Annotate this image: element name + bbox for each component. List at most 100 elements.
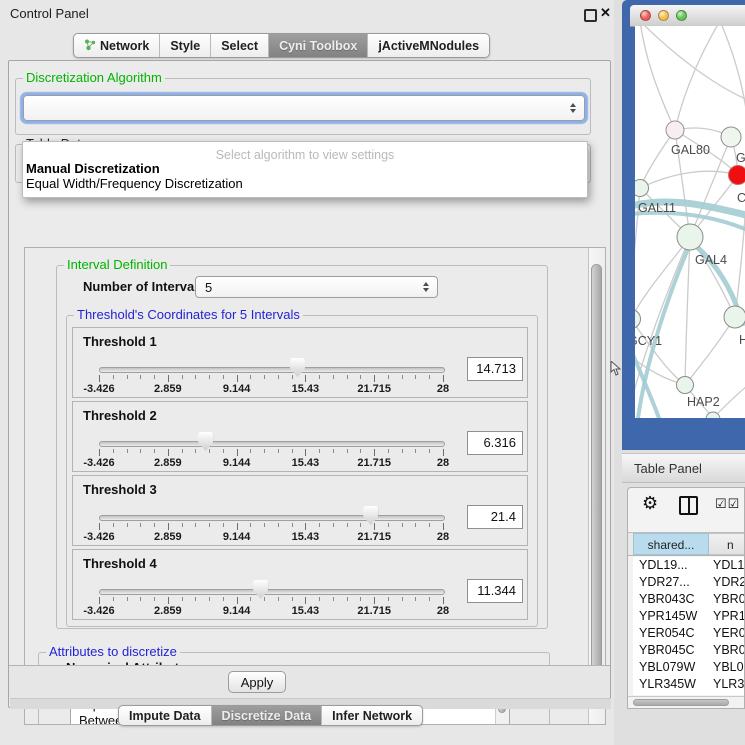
network-node-label-red-node: C [737,191,745,205]
slider-track[interactable] [99,367,445,373]
network-node-gcy1[interactable] [635,310,641,329]
tab-impute-data[interactable]: Impute Data [119,706,211,725]
table-row[interactable]: YER054CYER0 [633,625,745,642]
table-cell-shared-name: YPR145W [639,608,697,625]
tick-mark [264,449,265,453]
table-row[interactable]: YIL052CYIL0 [633,693,745,695]
table-cell-name: YBR0 [713,591,745,608]
popup-item-manual-discretization[interactable]: Manual Discretization [23,162,587,177]
tick-mark [333,523,334,527]
network-node-label-gal-right: G [736,151,745,165]
control-panel-title: Control Panel [10,6,89,21]
tab-select[interactable]: Select [210,34,268,57]
slider-ticks [99,597,444,605]
tab-infer-network[interactable]: Infer Network [321,706,422,725]
table-cell-name: YDR2 [713,574,745,591]
column-header-shared[interactable]: shared... [633,533,709,555]
main-tab-bar: NetworkStyleSelect Cyni Toolbox jActiveMNo… [73,33,490,58]
tick-mark [402,523,403,527]
tick-label: 15.43 [292,457,320,469]
tick-label: 21.715 [357,531,391,543]
algorithm-combobox[interactable] [23,95,585,121]
tick-mark [360,597,361,601]
tick-mark [223,523,224,527]
network-node-gal11[interactable] [635,180,649,197]
threshold-value-field[interactable]: 11.344 [467,579,523,603]
number-of-intervals-combobox[interactable]: 5 [195,276,438,298]
tab-discretize-data[interactable]: Discretize Data [211,706,322,725]
tick-mark [140,375,141,379]
tick-mark [333,375,334,379]
threshold-value-field[interactable]: 14.713 [467,357,523,381]
table-panel-titlebar[interactable]: Table Panel [622,453,745,483]
tick-mark [429,523,430,527]
table-row[interactable]: YDR27...YDR2 [633,574,745,591]
tick-mark [250,449,251,453]
tab-style[interactable]: Style [159,34,210,57]
tick-mark [113,597,114,601]
table-row[interactable]: YBR043CYBR0 [633,591,745,608]
table-hscrollbar-thumb[interactable] [633,699,729,706]
slider-track[interactable] [99,589,445,595]
slider-track[interactable] [99,515,445,521]
threshold-value-field[interactable]: 6.316 [467,431,523,455]
tick-label: 9.144 [223,457,251,469]
table-row[interactable]: YBR045CYBR0 [633,642,745,659]
table-row[interactable]: YBL079WYBL0 [633,659,745,676]
close-light[interactable] [640,10,651,21]
tab-jactivemnodules[interactable]: jActiveMNodules [367,34,489,57]
column-view-icon[interactable] [679,496,698,515]
network-node-gal80[interactable] [666,121,684,139]
table-row[interactable]: YDL19...YDL1 [633,557,745,574]
tick-mark [278,523,279,527]
table-row[interactable]: YLR345WYLR3 [633,676,745,693]
tab-cyni-toolbox[interactable]: Cyni Toolbox [268,34,367,57]
tick-mark [374,597,375,604]
zoom-light[interactable] [676,10,687,21]
network-canvas[interactable]: GAL80GCGAL11GAL4GCY1HHAP2 [635,26,745,418]
table-hscrollbar[interactable] [628,696,745,708]
apply-button[interactable]: Apply [228,671,286,693]
settings-scrollbar-thumb[interactable] [591,264,602,684]
checkbox-icons[interactable]: ☑☑ [715,496,740,512]
tick-mark [429,375,430,379]
close-icon[interactable]: ✕ [600,5,611,21]
tab-network[interactable]: Network [74,34,159,57]
network-node-hap2[interactable] [677,377,694,394]
network-node-red-node[interactable] [729,166,745,185]
tick-mark [305,375,306,382]
tick-mark [292,597,293,601]
minimize-light[interactable] [658,10,669,21]
network-node-label-gal11: GAL11 [638,201,676,215]
tick-label: 28 [437,531,449,543]
tick-mark [154,597,155,601]
threshold-value-field[interactable]: 21.4 [467,505,523,529]
tab-cyni-toolbox-label: Cyni Toolbox [279,39,357,53]
network-node-h-node[interactable] [724,306,745,328]
network-window-titlebar[interactable] [630,5,745,27]
control-panel-window: Control Panel ✕ NetworkStyleSelect Cyni T… [0,0,615,745]
slider-track[interactable] [99,441,445,447]
tick-mark [127,523,128,527]
table-cell-shared-name: YLR345W [639,676,696,693]
tick-mark [182,375,183,379]
threshold-row-4: Threshold 4-3.4262.8599.14415.4321.71528… [72,549,528,620]
network-edge [675,26,720,130]
float-window-icon[interactable] [584,9,597,22]
network-node-gal4[interactable] [677,224,703,250]
gear-icon[interactable]: ⚙ [642,493,658,513]
tick-mark [113,375,114,379]
table-row[interactable]: YPR145WYPR1 [633,608,745,625]
network-node-gal-right[interactable] [721,127,741,147]
tick-mark [209,597,210,601]
threshold-row-3: Threshold 3-3.4262.8599.14415.4321.71528… [72,475,528,546]
tick-label: 2.859 [154,383,182,395]
popup-item-equal-width-frequency-discretization[interactable]: Equal Width/Frequency Discretization [23,177,587,192]
tick-mark [415,375,416,379]
column-header-n[interactable]: n [709,533,745,555]
apply-bar: Apply [9,665,610,698]
settings-scrollbar[interactable] [588,248,605,725]
tick-mark [182,449,183,453]
tick-mark [99,597,100,604]
threshold-label: Threshold 2 [83,408,157,423]
